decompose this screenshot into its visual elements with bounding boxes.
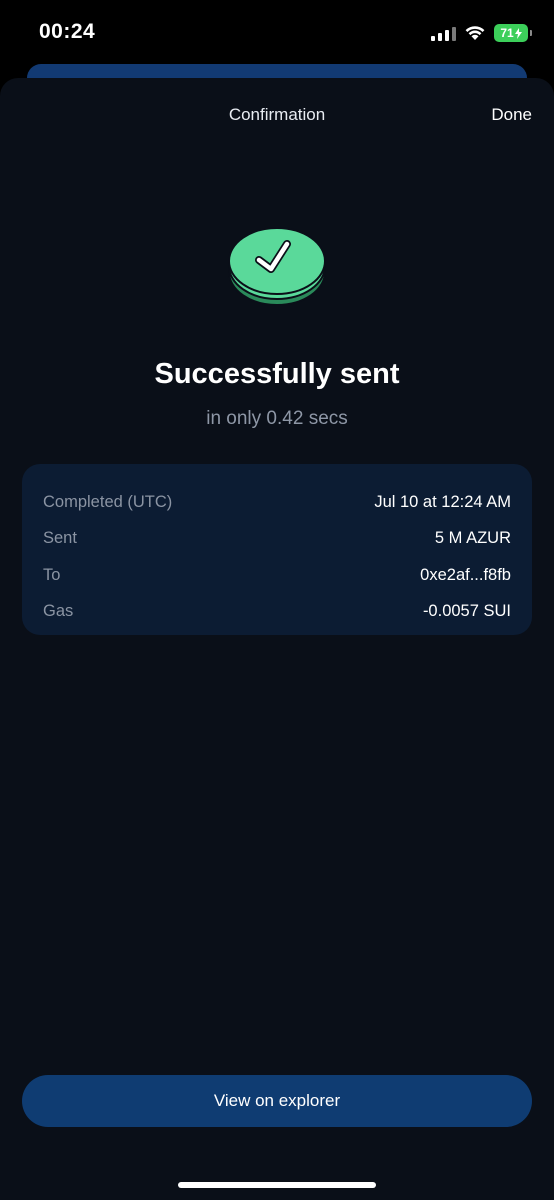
detail-row-sent: Sent 5 M AZUR <box>43 521 511 558</box>
battery-level: 71 <box>500 26 514 40</box>
status-icons: 71 <box>431 22 532 44</box>
detail-row-to: To 0xe2af...f8fb <box>43 557 511 594</box>
sheet-title: Confirmation <box>228 105 326 124</box>
success-headline: Successfully sent <box>154 358 400 390</box>
detail-row-completed: Completed (UTC) Jul 10 at 12:24 AM <box>43 484 511 521</box>
detail-value: 5 M AZUR <box>434 529 511 548</box>
duration-subtitle: in only 0.42 secs <box>206 408 348 429</box>
done-button[interactable]: Done <box>491 105 532 125</box>
status-bar: 00:24 71 <box>0 0 554 66</box>
charging-bolt-icon <box>514 27 522 39</box>
battery-icon: 71 <box>494 24 532 42</box>
cellular-signal-icon <box>431 25 456 41</box>
detail-label: Gas <box>43 602 74 621</box>
home-indicator[interactable] <box>178 1182 376 1188</box>
wifi-icon <box>465 26 485 40</box>
status-time: 00:24 <box>39 20 96 43</box>
view-on-explorer-button[interactable]: View on explorer <box>22 1075 532 1127</box>
detail-label: To <box>43 565 61 584</box>
detail-label: Sent <box>43 529 77 548</box>
detail-value: Jul 10 at 12:24 AM <box>374 492 511 511</box>
detail-row-gas: Gas -0.0057 SUI <box>43 594 511 631</box>
check-coin-icon <box>228 227 326 306</box>
transaction-details-card: Completed (UTC) Jul 10 at 12:24 AM Sent … <box>22 464 532 635</box>
confirmation-sheet: Confirmation Done Successfully sent in o… <box>0 78 554 1200</box>
detail-value: -0.0057 SUI <box>422 602 511 621</box>
detail-label: Completed (UTC) <box>43 492 173 511</box>
recipient-address: 0xe2af...f8fb <box>420 565 511 584</box>
